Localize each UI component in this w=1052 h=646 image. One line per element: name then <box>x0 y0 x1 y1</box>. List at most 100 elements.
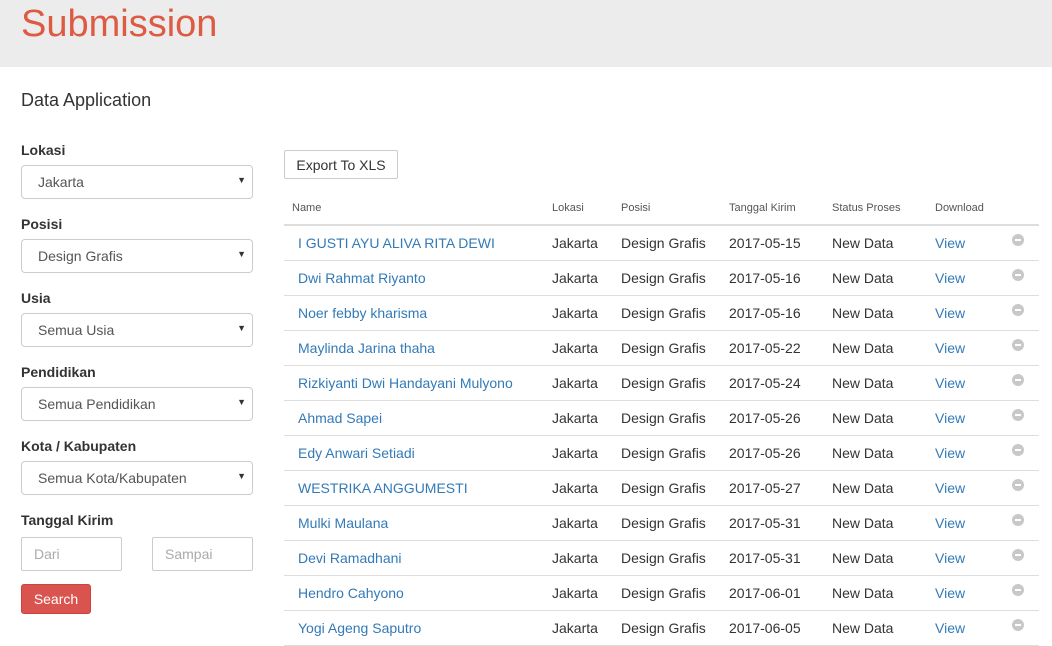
applicant-name-link[interactable]: Dwi Rahmat Riyanto <box>298 270 426 286</box>
status-cell: New Data <box>824 435 927 471</box>
lokasi-cell: Jakarta <box>544 435 613 471</box>
export-xls-button[interactable]: Export To XLS <box>284 150 398 179</box>
tanggal-cell: 2017-05-16 <box>721 295 824 331</box>
applicant-name-link[interactable]: Yogi Ageng Saputro <box>298 620 421 636</box>
applicant-name-link[interactable]: Hendro Cahyono <box>298 585 404 601</box>
download-cell: View <box>927 330 1004 366</box>
applicant-name-link[interactable]: Mulki Maulana <box>298 515 388 531</box>
view-link[interactable]: View <box>935 445 965 461</box>
lokasi-cell: Jakarta <box>544 330 613 366</box>
download-cell: View <box>927 540 1004 576</box>
posisi-cell: Design Grafis <box>613 505 721 541</box>
applicant-name-link[interactable]: Ahmad Sapei <box>298 410 382 426</box>
applicant-name-cell: Maylinda Jarina thaha <box>284 330 544 366</box>
tanggal-cell: 2017-05-24 <box>721 365 824 401</box>
caret-down-icon: ▼ <box>237 323 246 333</box>
posisi-cell: Design Grafis <box>613 435 721 471</box>
remove-cell <box>1004 260 1039 296</box>
pendidikan-select[interactable]: Semua Pendidikan ▼ <box>21 387 253 421</box>
remove-cell <box>1004 365 1039 401</box>
view-link[interactable]: View <box>935 480 965 496</box>
kota-select[interactable]: Semua Kota/Kabupaten ▼ <box>21 461 253 495</box>
applicant-name-cell: I GUSTI AYU ALIVA RITA DEWI <box>284 225 544 261</box>
view-link[interactable]: View <box>935 515 965 531</box>
applicant-name-link[interactable]: Devi Ramadhani <box>298 550 402 566</box>
section-title: Data Application <box>21 90 152 110</box>
remove-circle-icon[interactable] <box>1012 583 1024 596</box>
remove-circle-icon[interactable] <box>1012 303 1024 316</box>
lokasi-cell: Jakarta <box>544 575 613 611</box>
status-cell: New Data <box>824 330 927 366</box>
view-link[interactable]: View <box>935 585 965 601</box>
view-link[interactable]: View <box>935 620 965 636</box>
column-header-lokasi: Lokasi <box>544 191 613 226</box>
applicant-name-cell: Edy Anwari Setiadi <box>284 435 544 471</box>
applicant-name-link[interactable]: Noer febby kharisma <box>298 305 427 321</box>
applicant-name-link[interactable]: Edy Anwari Setiadi <box>298 445 415 461</box>
download-cell: View <box>927 260 1004 296</box>
date-from-input[interactable]: Dari <box>21 537 122 571</box>
status-cell: New Data <box>824 575 927 611</box>
posisi-select[interactable]: Design Grafis ▼ <box>21 239 253 273</box>
column-header-tanggal: Tanggal Kirim <box>721 191 824 226</box>
download-cell: View <box>927 365 1004 401</box>
column-header-download: Download <box>927 191 1004 226</box>
status-cell: New Data <box>824 365 927 401</box>
remove-circle-icon[interactable] <box>1012 268 1024 281</box>
view-link[interactable]: View <box>935 375 965 391</box>
applicant-name-cell: Noer febby kharisma <box>284 295 544 331</box>
applicant-name-cell: WESTRIKA ANGGUMESTI <box>284 470 544 506</box>
usia-select[interactable]: Semua Usia ▼ <box>21 313 253 347</box>
kota-select-value: Semua Kota/Kabupaten <box>38 470 187 486</box>
tanggal-cell: 2017-06-05 <box>721 610 824 646</box>
table-row: Mulki Maulana Jakarta Design Grafis 2017-05… <box>284 505 1039 541</box>
posisi-cell: Design Grafis <box>613 330 721 366</box>
filter-sidebar: Lokasi Jakarta ▼ Posisi Design Grafis ▼ … <box>21 142 253 614</box>
posisi-select-value: Design Grafis <box>38 248 123 264</box>
remove-circle-icon[interactable] <box>1012 478 1024 491</box>
view-link[interactable]: View <box>935 550 965 566</box>
remove-circle-icon[interactable] <box>1012 373 1024 386</box>
tanggal-cell: 2017-05-26 <box>721 400 824 436</box>
lokasi-cell: Jakarta <box>544 540 613 576</box>
table-header-row: Name Lokasi Posisi Tanggal Kirim Status … <box>284 191 1039 226</box>
search-button[interactable]: Search <box>21 584 91 614</box>
remove-circle-icon[interactable] <box>1012 408 1024 421</box>
remove-circle-icon[interactable] <box>1012 513 1024 526</box>
tanggal-cell: 2017-05-31 <box>721 540 824 576</box>
view-link[interactable]: View <box>935 410 965 426</box>
posisi-cell: Design Grafis <box>613 295 721 331</box>
remove-circle-icon[interactable] <box>1012 548 1024 561</box>
download-cell: View <box>927 295 1004 331</box>
status-cell: New Data <box>824 225 927 261</box>
remove-circle-icon[interactable] <box>1012 233 1024 246</box>
remove-cell <box>1004 505 1039 541</box>
remove-circle-icon[interactable] <box>1012 443 1024 456</box>
date-to-input[interactable]: Sampai <box>152 537 253 571</box>
applicant-name-link[interactable]: WESTRIKA ANGGUMESTI <box>298 480 468 496</box>
posisi-cell: Design Grafis <box>613 575 721 611</box>
tanggal-cell: 2017-06-01 <box>721 575 824 611</box>
applicant-name-link[interactable]: Maylinda Jarina thaha <box>298 340 435 356</box>
pendidikan-select-value: Semua Pendidikan <box>38 396 156 412</box>
tanggal-cell: 2017-05-27 <box>721 470 824 506</box>
applicant-name-link[interactable]: Rizkiyanti Dwi Handayani Mulyono <box>298 375 513 391</box>
view-link[interactable]: View <box>935 305 965 321</box>
remove-circle-icon[interactable] <box>1012 338 1024 351</box>
table-row: Dwi Rahmat Riyanto Jakarta Design Grafis 20… <box>284 260 1039 296</box>
remove-cell <box>1004 330 1039 366</box>
caret-down-icon: ▼ <box>237 471 246 481</box>
lokasi-cell: Jakarta <box>544 470 613 506</box>
table-row: Noer febby kharisma Jakarta Design Grafis 2… <box>284 295 1039 331</box>
view-link[interactable]: View <box>935 235 965 251</box>
view-link[interactable]: View <box>935 270 965 286</box>
tanggal-cell: 2017-05-31 <box>721 505 824 541</box>
status-cell: New Data <box>824 505 927 541</box>
table-row: Edy Anwari Setiadi Jakarta Design Grafis 20… <box>284 435 1039 471</box>
table-row: Devi Ramadhani Jakarta Design Grafis 2017-0… <box>284 540 1039 576</box>
column-header-name: Name <box>284 191 544 226</box>
view-link[interactable]: View <box>935 340 965 356</box>
table-row: Yogi Ageng Saputro Jakarta Design Grafis 20… <box>284 610 1039 646</box>
lokasi-select[interactable]: Jakarta ▼ <box>21 165 253 199</box>
applicant-name-link[interactable]: I GUSTI AYU ALIVA RITA DEWI <box>298 235 495 251</box>
